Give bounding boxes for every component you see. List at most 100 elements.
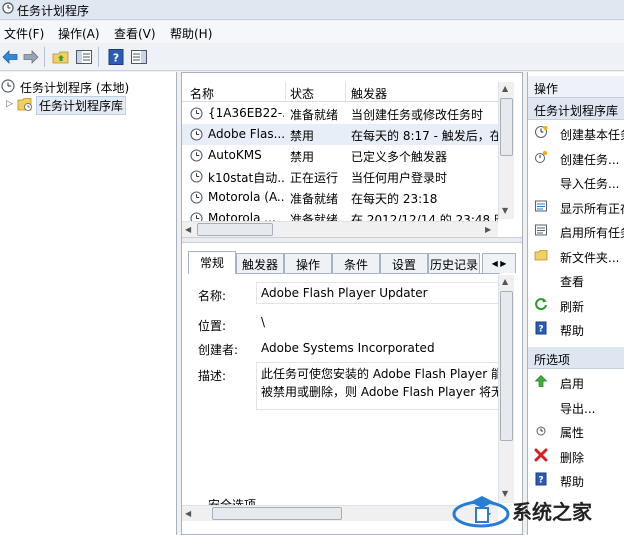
column-divider[interactable] (285, 82, 286, 102)
task-name-cell: Motorola (A... (208, 190, 284, 204)
task-status-cell: 禁用 (290, 150, 315, 164)
task-row[interactable]: Motorola (A... 准备就绪 在每天的 23:18 (182, 187, 498, 208)
action-item[interactable]: 显示所有正在 (528, 196, 624, 218)
details-vscrollbar[interactable]: ▲ ▼ (498, 275, 514, 503)
actions-header: 操作 (528, 76, 624, 98)
expand-arrow-icon[interactable]: ▷ (6, 99, 13, 109)
task-clock-icon (190, 128, 203, 141)
tab-settings[interactable]: 设置 (380, 253, 428, 273)
tab-conditions[interactable]: 条件 (332, 253, 380, 273)
show-running-icon (535, 200, 547, 211)
title-bar: 任务计划程序 (0, 0, 624, 20)
action-item[interactable]: 属性 (528, 420, 624, 442)
tab-history[interactable]: 历史记录 (428, 253, 480, 273)
tree-item-library[interactable]: ▷ 任务计划程序库 (0, 96, 176, 115)
detail-tabs: 常规 触发器 操作 条件 设置 历史记录 ◀ ▶ (188, 251, 518, 274)
scroll-left-icon[interactable]: ◀ (185, 509, 191, 518)
general-tab-panel: 名称: Adobe Flash Player Updater 位置: \ 创建者… (188, 273, 500, 508)
show-hide-tree-icon[interactable] (75, 48, 93, 66)
site-watermark: 系统之家 (450, 490, 624, 532)
location-label: 位置: (198, 319, 227, 333)
action-label: 显示所有正在 (560, 201, 624, 216)
task-list-hscrollbar[interactable]: ◀ ▶ (182, 221, 498, 237)
column-divider[interactable] (345, 82, 346, 102)
menu-bar: 文件(F) 操作(A) 查看(V) 帮助(H) (0, 21, 624, 43)
task-name-cell: {1A36EB22-... (208, 106, 284, 120)
actions-section-selected[interactable]: 所选项 (528, 347, 624, 369)
actions-section-library[interactable]: 任务计划程序库 (528, 98, 624, 120)
action-label: 帮助 (560, 324, 585, 338)
enable-arrow-icon (534, 375, 548, 387)
action-item[interactable]: 创建任务... (528, 147, 624, 169)
pane-splitter[interactable] (182, 237, 522, 243)
show-hide-actions-icon[interactable] (130, 48, 148, 66)
action-label: 帮助 (560, 475, 585, 489)
action-label: 导出... (560, 401, 596, 416)
action-label: 启用所有任务 (560, 226, 624, 240)
action-item[interactable]: 启用所有任务 (528, 220, 624, 242)
toolbar-separator (98, 47, 99, 67)
scroll-thumb[interactable] (197, 223, 273, 236)
scroll-up-icon[interactable]: ▲ (502, 277, 508, 286)
action-item[interactable]: 查看 (528, 269, 624, 291)
menu-view[interactable]: 查看(V) (114, 25, 156, 42)
scroll-left-icon[interactable]: ◀ (185, 225, 191, 234)
action-item[interactable]: 刷新 (528, 294, 624, 316)
column-name-header[interactable]: 名称 (190, 85, 214, 102)
task-list-vscrollbar[interactable]: ▲ ▼ (498, 82, 514, 219)
column-status-header[interactable]: 状态 (290, 85, 314, 102)
help-icon: ? (535, 321, 547, 335)
forward-arrow-icon[interactable] (22, 48, 40, 66)
help-icon: ? (535, 472, 547, 486)
action-item[interactable]: 导入任务... (528, 171, 624, 193)
task-row[interactable]: {1A36EB22-... 准备就绪当创建任务或修改任务时 (182, 103, 498, 124)
action-item[interactable]: 创建基本任务 (528, 122, 624, 144)
description-line-2: 被禁用或删除，则 Adobe Flash Player 将无 (261, 385, 500, 399)
scroll-thumb[interactable] (212, 507, 342, 520)
action-label: 新文件夹... (560, 250, 620, 265)
menu-file[interactable]: 文件(F) (4, 25, 44, 42)
task-clock-icon (190, 191, 203, 204)
action-label: 删除 (560, 450, 585, 465)
tree-root[interactable]: 任务计划程序 (本地) (0, 77, 176, 95)
scroll-thumb[interactable] (500, 291, 513, 441)
task-name-cell: Adobe Flas... (208, 127, 284, 141)
action-item[interactable]: ? 帮助 (528, 469, 624, 491)
tab-triggers[interactable]: 触发器 (236, 253, 284, 273)
location-field[interactable]: \ (256, 311, 500, 333)
up-folder-icon[interactable] (52, 48, 70, 66)
task-trigger-cell: 已定义多个触发器 (351, 150, 448, 164)
tab-scroll-buttons[interactable]: ◀ ▶ (482, 253, 516, 273)
scroll-right-icon[interactable]: ▶ (485, 225, 491, 234)
task-row[interactable]: AutoKMS 禁用 已定义多个触发器 (182, 145, 498, 166)
back-arrow-icon[interactable] (1, 48, 19, 66)
action-item[interactable]: ? 帮助 (528, 318, 624, 340)
tab-general[interactable]: 常规 (188, 251, 236, 274)
tab-actions[interactable]: 操作 (284, 253, 332, 273)
watermark-logo-icon (452, 496, 510, 528)
name-field[interactable]: Adobe Flash Player Updater (256, 282, 500, 304)
task-row[interactable]: Adobe Flas... 禁用 在每天的 8:17 - 触发后，在 (182, 124, 498, 145)
scroll-down-icon[interactable]: ▼ (502, 206, 508, 215)
svg-text:?: ? (113, 52, 119, 65)
description-field[interactable]: 此任务可使您安装的 Adobe Flash Player 能 被禁用或删除，则 … (256, 362, 500, 410)
task-row[interactable]: k10stat自动... 正在运行 当任何用户登录时 (182, 166, 498, 187)
window-title: 任务计划程序 (17, 4, 90, 18)
action-item[interactable]: 启用 (528, 371, 624, 393)
column-trigger-header[interactable]: 触发器 (351, 85, 387, 102)
actions-pane: 操作 任务计划程序库 创建基本任务创建任务...导入任务...显示所有正在启用所… (527, 72, 624, 535)
action-label: 创建任务... (560, 152, 620, 167)
help-icon[interactable]: ? (107, 48, 125, 66)
menu-help[interactable]: 帮助(H) (170, 25, 212, 42)
enable-history-icon (535, 224, 547, 236)
action-item[interactable]: 新文件夹... (528, 245, 624, 267)
task-scheduler-app-icon (2, 2, 14, 14)
action-item[interactable]: 导出... (528, 396, 624, 418)
menu-action[interactable]: 操作(A) (58, 25, 100, 42)
refresh-icon (535, 297, 547, 310)
task-status-cell: 准备就绪 (290, 108, 339, 122)
scroll-up-icon[interactable]: ▲ (502, 84, 508, 93)
scroll-thumb[interactable] (500, 98, 513, 156)
action-item[interactable]: 删除 (528, 445, 624, 467)
author-field[interactable]: Adobe Systems Incorporated (256, 337, 500, 359)
